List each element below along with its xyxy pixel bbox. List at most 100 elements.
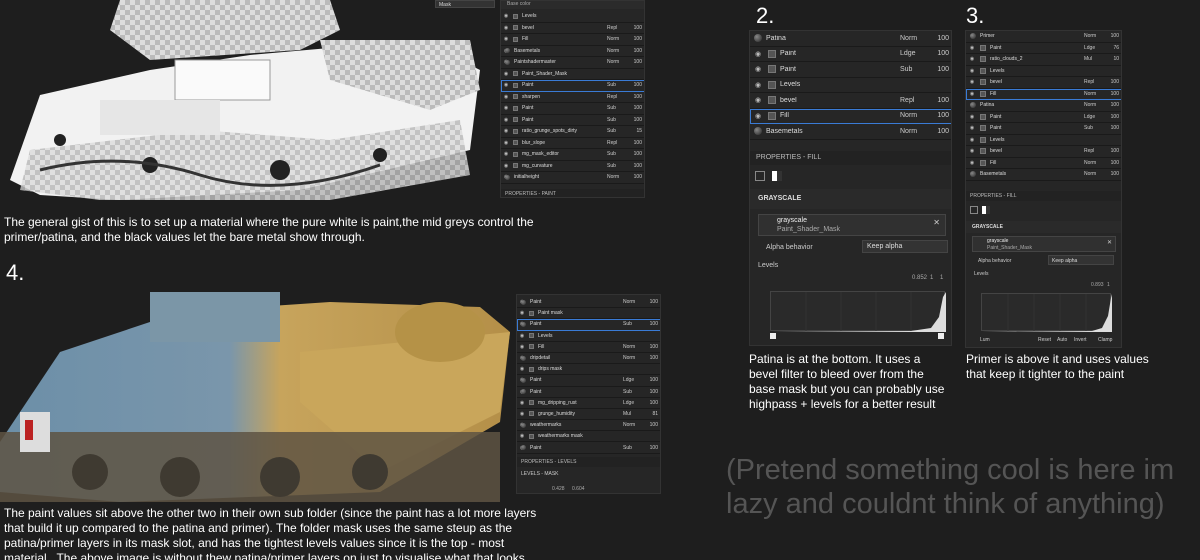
layer-row[interactable]: ◉BasemetalsNorm100 (966, 169, 1121, 181)
layer-opacity[interactable]: 100 (643, 389, 658, 395)
alpha-behavior-select[interactable]: Keep alpha (1048, 255, 1114, 265)
eye-icon[interactable]: ◉ (501, 163, 511, 169)
layer-opacity[interactable]: 100 (1104, 102, 1119, 108)
layer-props-tab-icon[interactable] (755, 171, 765, 181)
layer-opacity[interactable]: 100 (627, 94, 642, 100)
eye-icon[interactable]: ◉ (517, 333, 527, 339)
layer-opacity[interactable]: 100 (643, 344, 658, 350)
layer-row[interactable]: ◉BasemetalsNorm100 (501, 46, 644, 57)
layer-opacity[interactable]: 100 (627, 174, 642, 180)
blend-mode[interactable]: Norm (623, 344, 643, 350)
layer-row[interactable]: ◉ bevel Repl 100 (966, 77, 1121, 89)
levels-black-handle[interactable] (770, 333, 776, 339)
layer-opacity[interactable]: 100 (1104, 33, 1119, 39)
layer-row[interactable]: ◉ ratio_clouds_2 Mul 10 (966, 54, 1121, 66)
blend-mode[interactable]: Ldge (623, 400, 643, 406)
layer-opacity[interactable]: 100 (928, 112, 949, 119)
layer-row[interactable]: ◉PaintSub100 (966, 123, 1121, 135)
channel-select[interactable]: Lum (980, 337, 990, 343)
layer-row[interactable]: ◉ drips mask (517, 364, 660, 376)
blend-mode[interactable]: Mul (623, 411, 643, 417)
eye-icon[interactable]: ◉ (966, 68, 978, 74)
eye-icon[interactable]: ◉ (517, 366, 527, 372)
levels-histogram[interactable] (770, 291, 946, 332)
layer-opacity[interactable]: 100 (627, 25, 642, 31)
layer-row[interactable]: ◉ Paint Ldge100 (966, 112, 1121, 123)
eye-icon[interactable]: ◉ (750, 96, 766, 104)
eye-icon[interactable]: ◉ (501, 140, 511, 146)
layer-opacity[interactable]: 10 (1104, 56, 1119, 62)
layer-row[interactable]: ◉PaintshadermasterNorm100 (501, 57, 644, 69)
layer-row[interactable]: ◉PaintSub100 (517, 387, 660, 398)
blend-mode[interactable]: Mul (1084, 56, 1104, 62)
eye-icon[interactable]: ◉ (966, 114, 978, 120)
layer-row[interactable]: ◉ mg_curvature Sub 100 (501, 161, 644, 172)
layer-row[interactable]: ◉ Paint mask (517, 308, 660, 320)
blend-mode[interactable]: Norm (900, 35, 928, 42)
layer-opacity[interactable]: 100 (928, 128, 949, 135)
layer-row[interactable]: ◉PaintSub100 (517, 442, 660, 454)
layer-row[interactable]: ◉PaintSub100 (517, 319, 660, 331)
eye-icon[interactable]: ◉ (517, 400, 527, 406)
blend-mode[interactable]: Sub (900, 66, 928, 73)
layer-row[interactable]: ◉ Paint_Shader_Mask (501, 69, 644, 80)
eye-icon[interactable]: ◉ (517, 411, 527, 417)
layer-row[interactable]: ◉ Fill Norm 100 (517, 342, 660, 353)
grayscale-resource[interactable]: grayscale Paint_Shader_Mask ✕ (758, 214, 946, 236)
eye-icon[interactable]: ◉ (966, 160, 978, 166)
eye-icon[interactable]: ◉ (501, 105, 511, 111)
eye-icon[interactable]: ◉ (966, 148, 978, 154)
layer-row[interactable]: ◉PaintNorm100 (517, 297, 660, 309)
blend-mode[interactable]: Sub (607, 117, 627, 123)
layer-row[interactable]: ◉ bevel Repl 100 (501, 23, 644, 34)
layer-opacity[interactable]: 100 (1104, 79, 1119, 85)
eye-icon[interactable]: ◉ (750, 50, 766, 58)
close-icon[interactable]: ✕ (1107, 239, 1112, 246)
eye-icon[interactable]: ◉ (517, 344, 527, 350)
layer-row[interactable]: ◉weathermarksNorm100 (517, 420, 660, 432)
layer-row[interactable]: ◉ mg_dripping_rust Ldge 100 (517, 398, 660, 409)
eye-icon[interactable]: ◉ (501, 117, 511, 123)
grayscale-resource[interactable]: grayscale Paint_Shader_Mask ✕ (972, 236, 1116, 252)
layer-opacity[interactable]: 100 (928, 97, 949, 104)
layer-opacity[interactable]: 100 (627, 151, 642, 157)
layer-row[interactable]: ◉ Fill Norm 100 (501, 34, 644, 46)
layer-row[interactable]: ◉ bevel Repl 100 (750, 93, 951, 109)
mask-dropdown[interactable]: Mask (435, 0, 495, 8)
layer-row[interactable]: ◉ Fill Norm 100 (966, 88, 1121, 100)
layer-row[interactable]: ◉ Levels (750, 78, 951, 93)
layer-opacity[interactable]: 100 (643, 400, 658, 406)
layer-opacity[interactable]: 100 (928, 50, 949, 57)
blend-mode[interactable]: Norm (607, 48, 627, 54)
layer-opacity[interactable]: 100 (643, 377, 658, 383)
layer-row[interactable]: ◉ weathermarks mask (517, 431, 660, 443)
layer-row[interactable]: ◉PatinaNorm100 (750, 31, 951, 47)
blend-mode[interactable]: Norm (900, 128, 928, 135)
layer-row[interactable]: ◉PaintSub100 (501, 103, 644, 115)
eye-icon[interactable]: ◉ (501, 82, 511, 88)
clamp-checkbox[interactable]: Clamp (1098, 337, 1112, 343)
layer-opacity[interactable]: 100 (643, 445, 658, 451)
eye-icon[interactable]: ◉ (501, 151, 511, 157)
layer-opacity[interactable]: 100 (627, 140, 642, 146)
eye-icon[interactable]: ◉ (750, 65, 766, 73)
layer-row[interactable]: ◉ Fill Norm 100 (966, 158, 1121, 169)
blend-mode[interactable]: Norm (1084, 33, 1104, 39)
blend-mode[interactable]: Norm (607, 36, 627, 42)
levels-white-handle[interactable] (938, 333, 944, 339)
layer-row[interactable]: ◉ Fill Norm 100 (750, 108, 951, 124)
blend-mode[interactable]: Repl (607, 94, 627, 100)
layer-opacity[interactable]: 100 (1104, 148, 1119, 154)
layer-opacity[interactable]: 100 (627, 105, 642, 111)
blend-mode[interactable]: Norm (623, 299, 643, 305)
layer-row[interactable]: ◉ Paint Ldge100 (750, 47, 951, 62)
layer-row[interactable]: ◉PaintSub100 (501, 80, 644, 92)
layer-opacity[interactable]: 100 (643, 422, 658, 428)
layer-row[interactable]: ◉BasemetalsNorm100 (750, 124, 951, 140)
invert-button[interactable]: Invert (1074, 337, 1087, 343)
blend-mode[interactable]: Sub (623, 445, 643, 451)
eye-icon[interactable]: ◉ (750, 81, 766, 89)
blend-mode[interactable]: Norm (1084, 91, 1104, 97)
blend-mode[interactable]: Norm (623, 422, 643, 428)
layer-row[interactable]: ◉ Paint Ldge 76 (966, 43, 1121, 54)
